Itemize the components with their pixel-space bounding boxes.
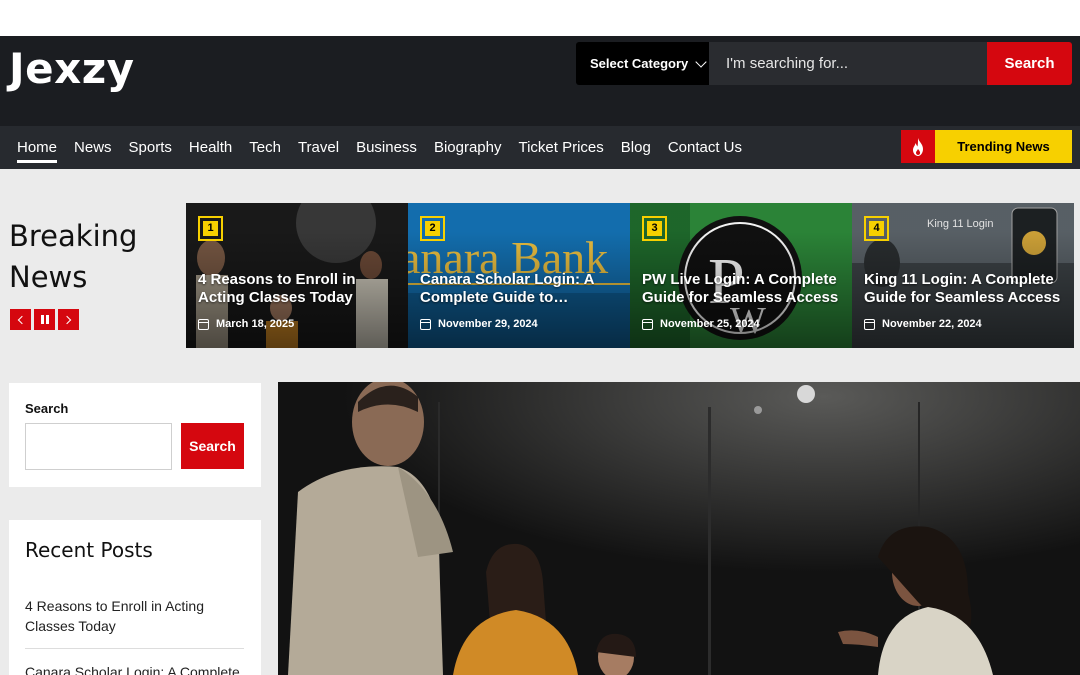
slide-number: 4 [869,221,884,236]
header-search-input[interactable]: I'm searching for... [709,42,987,85]
nav-item-contact-us[interactable]: Contact Us [668,126,742,169]
slide-number-badge: 1 [198,216,223,241]
calendar-icon [420,318,431,330]
breaking-news-slider: 1 4 Reasons to Enroll in Acting Classes T… [186,203,1080,348]
slide-title[interactable]: 4 Reasons to Enroll in Acting Classes To… [198,271,403,307]
sidebar-search-button[interactable]: Search [181,423,244,469]
calendar-icon [642,318,653,330]
trending-news-label: Trending News [935,130,1072,163]
slide-date-text: November 22, 2024 [882,318,982,330]
fire-icon [901,130,935,163]
site-logo[interactable]: Jexzy [9,44,135,93]
slide-title[interactable]: King 11 Login: A Complete Guide for Seam… [864,271,1069,307]
breaking-news-title-line1: Breaking [9,219,138,253]
top-strip [0,0,1080,36]
header-search-bar: Select Category I'm searching for... Sea… [576,42,1072,85]
recent-posts-widget: Recent Posts 4 Reasons to Enroll in Acti… [9,520,261,675]
calendar-icon [864,318,875,330]
trending-news-button[interactable]: Trending News [901,130,1072,163]
chevron-right-icon [62,315,72,324]
chevron-down-icon [695,55,707,68]
nav-item-ticket-prices[interactable]: Ticket Prices [518,126,603,169]
nav-item-home[interactable]: Home [17,126,58,169]
pause-icon [40,315,49,324]
recent-post-link[interactable]: Canara Scholar Login: A Complete [25,662,244,675]
slide-date: November 25, 2024 [642,318,760,330]
nav-item-sports[interactable]: Sports [129,126,172,169]
breaking-slide[interactable]: King 11 Login4King 11 Login: A Complete … [852,203,1074,348]
nav-item-health[interactable]: Health [189,126,232,169]
category-select-label: Select Category [590,56,689,71]
prev-button[interactable] [10,309,31,330]
slide-title[interactable]: Canara Scholar Login: A Complete Guide t… [420,271,625,307]
slide-date: March 18, 2025 [198,318,294,330]
slide-number-badge: 4 [864,216,889,241]
featured-image-art [278,382,1080,675]
pause-button[interactable] [34,309,55,330]
sidebar-search-widget: Search Search [9,383,261,487]
slide-number-badge: 2 [420,216,445,241]
chevron-left-icon [17,315,27,324]
calendar-icon [198,318,209,330]
slide-title[interactable]: PW Live Login: A Complete Guide for Seam… [642,271,847,307]
recent-post-link[interactable]: 4 Reasons to Enroll in Acting Classes To… [25,596,244,649]
slide-date-text: March 18, 2025 [216,318,295,330]
slide-date: November 22, 2024 [864,318,982,330]
breaking-slide[interactable]: 1 4 Reasons to Enroll in Acting Classes T… [186,203,408,348]
nav-item-blog[interactable]: Blog [621,126,651,169]
nav-item-travel[interactable]: Travel [298,126,339,169]
category-select[interactable]: Select Category [576,42,709,85]
slide-number: 1 [203,221,218,236]
recent-posts-title: Recent Posts [25,538,153,562]
slide-number: 3 [647,221,662,236]
nav-item-news[interactable]: News [74,126,112,169]
slide-date-text: November 29, 2024 [438,318,538,330]
breaking-slide[interactable]: anara Bank2Canara Scholar Login: A Compl… [408,203,630,348]
sidebar-search-input[interactable] [25,423,172,470]
breaking-news-title-line2: News [9,260,88,294]
recent-posts-list: 4 Reasons to Enroll in Acting Classes To… [25,596,244,675]
nav-items: Home News Sports Health Tech Travel Business Bi… [17,126,759,169]
nav-item-tech[interactable]: Tech [249,126,281,169]
breaking-slide[interactable]: PW3PW Live Login: A Complete Guide for S… [630,203,852,348]
site-header: Jexzy Select Category I'm searching for.… [0,36,1080,126]
breaking-news-controls [10,309,79,330]
slide-date: November 29, 2024 [420,318,538,330]
slide-number-badge: 3 [642,216,667,241]
slide-number: 2 [425,221,440,236]
slide-date-text: November 25, 2024 [660,318,760,330]
nav-item-business[interactable]: Business [356,126,417,169]
featured-post-image[interactable] [278,382,1080,675]
breaking-news-title: Breaking News [9,216,137,298]
main-nav: Home News Sports Health Tech Travel Business Bi… [0,126,1080,169]
sidebar-search-label: Search [25,401,69,416]
nav-item-biography[interactable]: Biography [434,126,502,169]
next-button[interactable] [58,309,79,330]
header-search-button[interactable]: Search [987,42,1072,85]
